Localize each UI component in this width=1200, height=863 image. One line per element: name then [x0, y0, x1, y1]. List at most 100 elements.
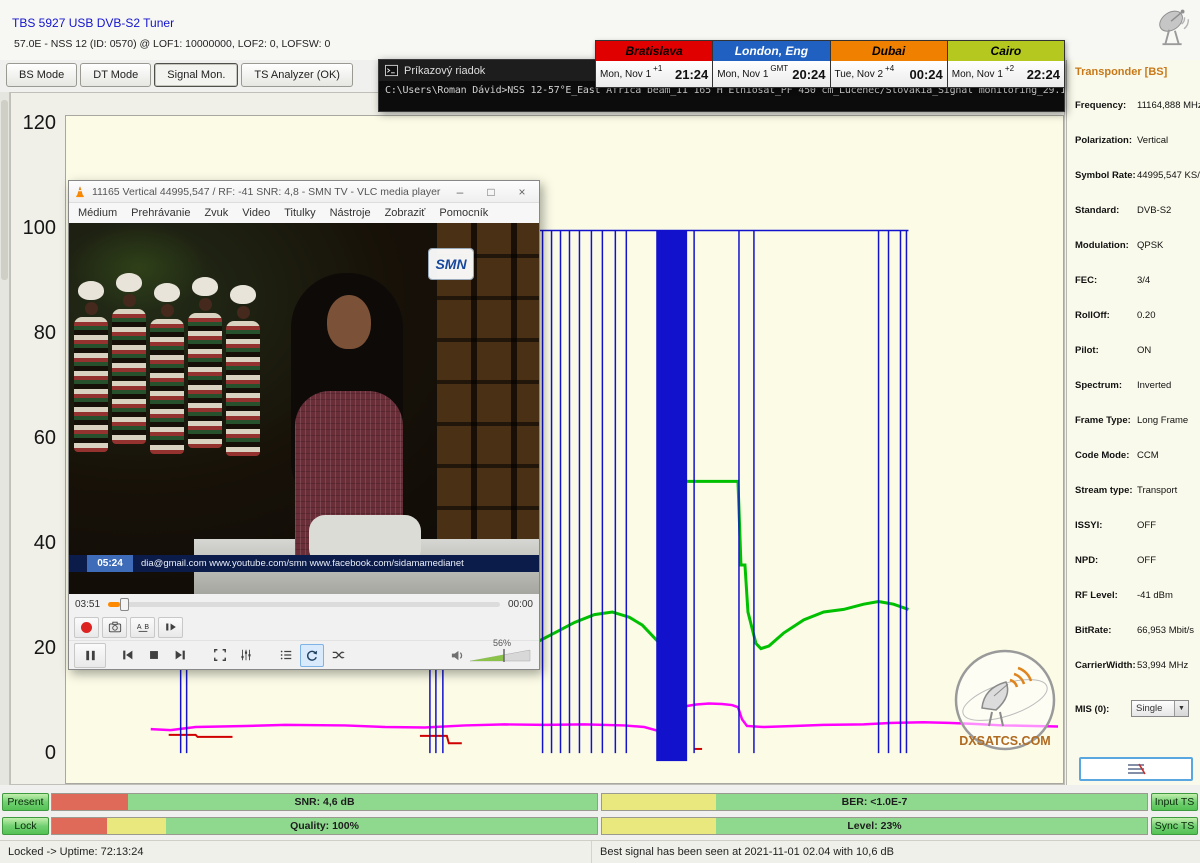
- clock-date: Mon, Nov 1: [600, 69, 651, 80]
- cmd-icon: [385, 64, 398, 77]
- sync-ts-indicator[interactable]: Sync TS: [1151, 817, 1198, 835]
- series-snr: [151, 703, 1058, 732]
- transponder-field: Frequency: 11164,888 MHz: [1067, 96, 1200, 131]
- extended-settings-button[interactable]: [234, 644, 258, 667]
- next-button[interactable]: [168, 644, 192, 667]
- vlc-playback-toolbar: 56%: [69, 640, 539, 669]
- field-label: Pilot:: [1075, 345, 1099, 356]
- loop-button[interactable]: [300, 644, 324, 667]
- ts-info-button[interactable]: [1079, 757, 1193, 781]
- field-label: Modulation:: [1075, 240, 1129, 251]
- menu-item[interactable]: Zobraziť: [378, 203, 433, 223]
- record-icon: [81, 622, 92, 633]
- ts-list-icon: [1126, 762, 1146, 776]
- clock-time: 21:24: [675, 67, 708, 82]
- level-bar-text: Level: 23%: [602, 818, 1147, 834]
- field-value: CCM: [1137, 450, 1159, 461]
- volume-icon[interactable]: [450, 648, 465, 663]
- clock-city-header: London, Eng: [713, 41, 829, 61]
- minimize-button[interactable]: –: [447, 182, 473, 202]
- clock-city-header: Bratislava: [596, 41, 712, 61]
- mode-tab[interactable]: Signal Mon.: [154, 63, 238, 87]
- video-dancer: [225, 285, 261, 456]
- field-value: Inverted: [1137, 380, 1171, 391]
- satellite-dish-icon: [1150, 2, 1196, 48]
- transponder-field: RollOff: 0.20: [1067, 306, 1200, 341]
- vlc-advanced-toolbar: A B: [69, 614, 539, 640]
- clock-utc-offset: GMT: [770, 64, 788, 73]
- clock-time: 00:24: [910, 67, 943, 82]
- close-button[interactable]: ×: [509, 182, 535, 202]
- world-clocks: Bratislava Mon, Nov 1 +1 21:24 London, E…: [595, 40, 1065, 88]
- field-value: 44995,547 KS/s: [1137, 170, 1200, 181]
- snr-bar-text: SNR: 4,6 dB: [52, 794, 597, 810]
- lock-indicator[interactable]: Lock: [2, 817, 49, 835]
- ab-loop-button[interactable]: A B: [130, 617, 155, 638]
- mis-row: MIS (0): Single ▼: [1067, 700, 1200, 724]
- field-label: Standard:: [1075, 205, 1119, 216]
- vertical-scrollbar[interactable]: [0, 92, 10, 785]
- menu-item[interactable]: Nástroje: [323, 203, 378, 223]
- series-ber: [169, 735, 233, 737]
- menu-item[interactable]: Titulky: [277, 203, 322, 223]
- transponder-fields: Frequency: 11164,888 MHz Polarization: V…: [1067, 96, 1200, 691]
- y-axis-tick-label: 40: [12, 532, 56, 555]
- mode-tab[interactable]: BS Mode: [6, 63, 77, 87]
- menu-item[interactable]: Médium: [71, 203, 124, 223]
- transponder-field: NPD: OFF: [1067, 551, 1200, 586]
- seek-slider[interactable]: [108, 602, 500, 607]
- input-ts-indicator[interactable]: Input TS: [1151, 793, 1198, 811]
- volume-slider[interactable]: [469, 648, 531, 663]
- dxsatcs-watermark: DXSATCS.COM: [948, 648, 1062, 760]
- transponder-panel: Transponder [BS] Frequency: 11164,888 MH…: [1066, 60, 1200, 785]
- previous-icon: [121, 648, 135, 662]
- lock-status-text: Locked -> Uptime: 72:13:24: [0, 841, 592, 863]
- seek-handle[interactable]: [120, 598, 129, 611]
- stop-button[interactable]: [142, 644, 166, 667]
- smn-logo: SMN: [429, 249, 473, 279]
- field-value: QPSK: [1137, 240, 1163, 251]
- field-value: 11164,888 MHz: [1137, 100, 1200, 111]
- frame-step-button[interactable]: [158, 617, 183, 638]
- fullscreen-button[interactable]: [208, 644, 232, 667]
- field-value: -41 dBm: [1137, 590, 1173, 601]
- y-axis-tick-label: 60: [12, 427, 56, 450]
- chevron-down-icon[interactable]: ▼: [1174, 701, 1188, 716]
- playlist-button[interactable]: [274, 644, 298, 667]
- transponder-field: RF Level: -41 dBm: [1067, 586, 1200, 621]
- previous-button[interactable]: [116, 644, 140, 667]
- vlc-menubar: Médium Prehrávanie Zvuk Video Titulky Ná…: [69, 203, 539, 223]
- scrollbar-thumb[interactable]: [1, 100, 8, 280]
- menu-item[interactable]: Zvuk: [197, 203, 235, 223]
- fullscreen-icon: [213, 648, 227, 662]
- transponder-field: Pilot: ON: [1067, 341, 1200, 376]
- pause-button[interactable]: [74, 643, 106, 668]
- mode-tab[interactable]: TS Analyzer (OK): [241, 63, 353, 87]
- series-level: [495, 481, 909, 648]
- transponder-field: Code Mode: CCM: [1067, 446, 1200, 481]
- level-bar: Level: 23%: [601, 817, 1148, 835]
- world-clock: Bratislava Mon, Nov 1 +1 21:24: [595, 40, 713, 88]
- maximize-button[interactable]: □: [478, 182, 504, 202]
- y-axis-tick-label: 0: [12, 742, 56, 765]
- elapsed-time: 03:51: [75, 599, 100, 610]
- field-value: 66,953 Mbit/s: [1137, 625, 1194, 636]
- record-button[interactable]: [74, 617, 99, 638]
- equalizer-icon: [239, 648, 253, 662]
- snapshot-button[interactable]: [102, 617, 127, 638]
- menu-item[interactable]: Prehrávanie: [124, 203, 197, 223]
- clock-body: Mon, Nov 1 +1 21:24: [596, 61, 712, 87]
- series-ber: [420, 736, 462, 743]
- random-button[interactable]: [326, 644, 350, 667]
- tuner-info: 57.0E - NSS 12 (ID: 0570) @ LOF1: 100000…: [14, 38, 330, 50]
- field-value: OFF: [1137, 520, 1156, 531]
- ticker-text: dia@gmail.com www.youtube.com/smn www.fa…: [141, 558, 464, 569]
- menu-item[interactable]: Video: [235, 203, 277, 223]
- menu-item[interactable]: Pomocník: [432, 203, 495, 223]
- field-label: Stream type:: [1075, 485, 1133, 496]
- remaining-time: 00:00: [508, 599, 533, 610]
- present-indicator[interactable]: Present: [2, 793, 49, 811]
- mis-dropdown[interactable]: Single ▼: [1131, 700, 1189, 717]
- mode-tab[interactable]: DT Mode: [80, 63, 151, 87]
- vlc-titlebar[interactable]: 11165 Vertical 44995,547 / RF: -41 SNR: …: [69, 181, 539, 203]
